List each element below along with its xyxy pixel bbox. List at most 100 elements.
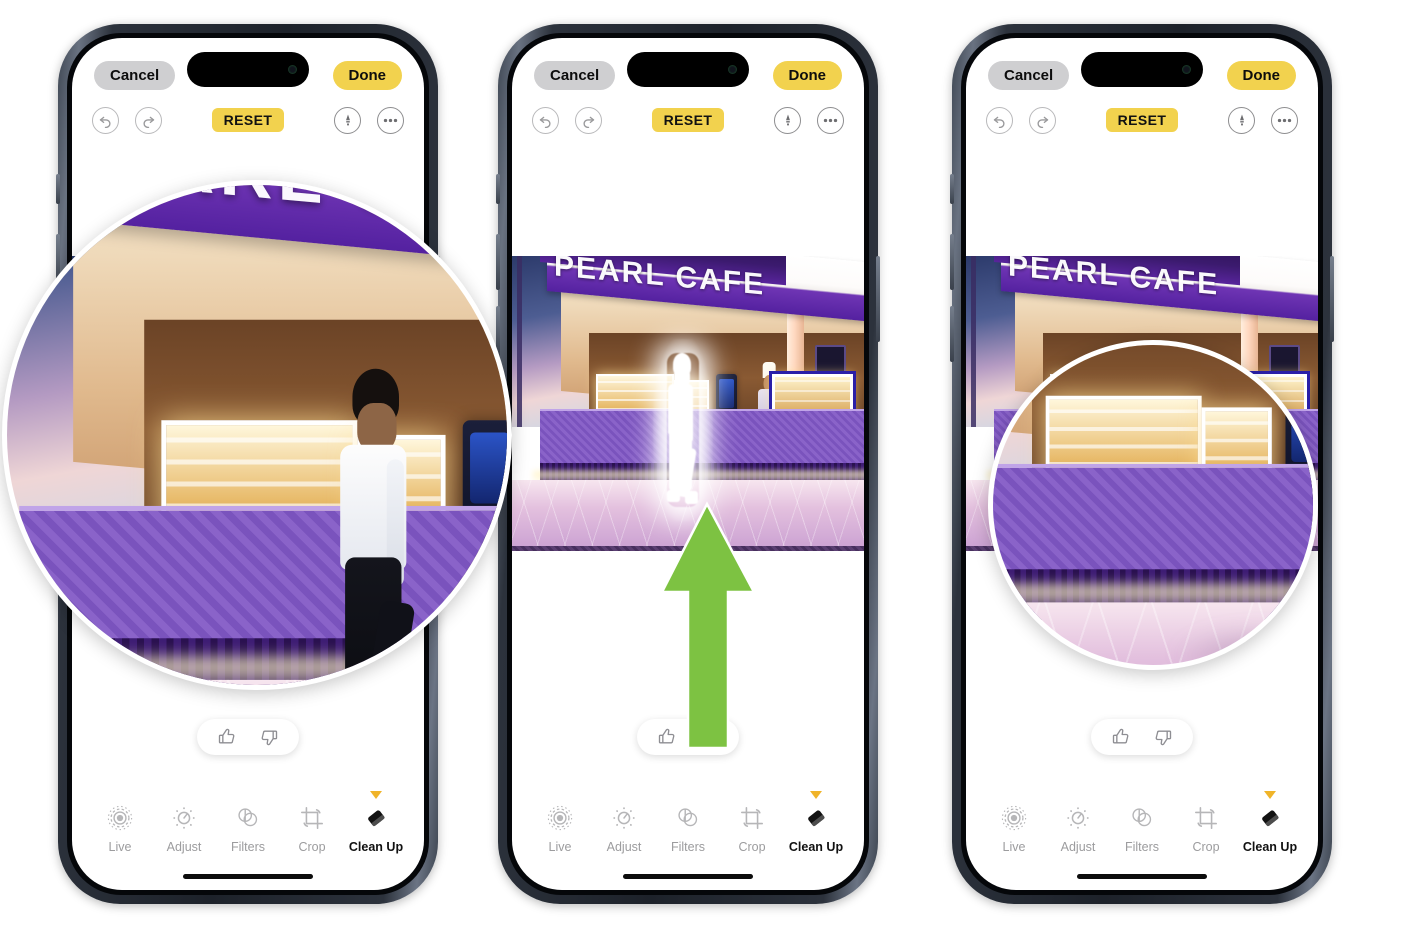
markup-pen-icon[interactable] [774, 106, 801, 134]
extra-controls [1228, 106, 1298, 134]
tool-label: Clean Up [348, 840, 404, 854]
screenshot-canvas: Cancel Done RESET Live Adjust Filters Cr… [0, 0, 1412, 928]
tool-crop[interactable]: Crop [283, 803, 341, 854]
active-tool-caret [1264, 791, 1276, 799]
tool-label: Filters [1124, 840, 1160, 854]
live-photo-icon [107, 803, 133, 833]
tool-crop[interactable]: Crop [1177, 803, 1235, 854]
tool-adjust[interactable]: Adjust [155, 803, 213, 854]
tool-clean-up[interactable]: Clean Up [787, 791, 845, 854]
done-button[interactable]: Done [772, 60, 842, 90]
redo-icon[interactable] [135, 106, 162, 134]
extra-controls [774, 106, 844, 134]
filters-circles-icon [1129, 803, 1155, 833]
editor-toolrow: RESET [72, 100, 424, 140]
tool-live[interactable]: Live [985, 803, 1043, 854]
tool-label: Clean Up [1242, 840, 1298, 854]
adjust-dial-icon [611, 803, 637, 833]
power-button[interactable] [1330, 256, 1334, 342]
volume-down-button[interactable] [950, 306, 954, 362]
reset-button[interactable]: RESET [211, 108, 285, 132]
thumbs-up-icon[interactable] [1111, 727, 1131, 747]
volume-up-button[interactable] [950, 234, 954, 290]
edit-mode-toolbar-selected: Live Adjust Filters Crop Clean Up [512, 791, 864, 854]
feedback-pill [637, 719, 739, 755]
editor-topbar: Cancel Done [512, 38, 864, 94]
cleanup-eraser-icon [1257, 803, 1284, 833]
more-ellipsis-icon[interactable] [817, 106, 844, 134]
undo-icon[interactable] [92, 106, 119, 134]
tool-label: Adjust [606, 840, 642, 854]
thumbs-up-icon[interactable] [657, 727, 677, 747]
redo-icon[interactable] [1029, 106, 1056, 134]
done-button[interactable]: Done [1226, 60, 1296, 90]
tool-label: Crop [1192, 840, 1220, 854]
editor-topbar: Cancel Done [72, 38, 424, 94]
markup-pen-icon[interactable] [334, 106, 361, 134]
photo-subject-person [338, 369, 418, 685]
cancel-button[interactable]: Cancel [988, 60, 1070, 90]
feedback-pill [197, 719, 299, 755]
cancel-button[interactable]: Cancel [94, 60, 176, 90]
tool-clean-up[interactable]: Clean Up [1241, 791, 1299, 854]
home-indicator[interactable] [1077, 874, 1207, 879]
tool-filters[interactable]: Filters [1113, 803, 1171, 854]
tool-label: Filters [230, 840, 266, 854]
redo-icon[interactable] [575, 106, 602, 134]
crop-rotate-icon [1193, 803, 1219, 833]
editor-topbar: Cancel Done [966, 38, 1318, 94]
photo-image-zoomed: PEARL CAFE [7, 185, 507, 685]
mute-button[interactable] [950, 174, 954, 204]
feedback-pill [1091, 719, 1193, 755]
tool-adjust[interactable]: Adjust [595, 803, 653, 854]
power-button[interactable] [876, 256, 880, 342]
thumbs-down-icon[interactable] [259, 727, 279, 747]
history-controls [986, 106, 1056, 134]
tool-live[interactable]: Live [91, 803, 149, 854]
tool-filters[interactable]: Filters [219, 803, 277, 854]
editor-toolrow: RESET [512, 100, 864, 140]
adjust-dial-icon [171, 803, 197, 833]
tool-label: Crop [298, 840, 326, 854]
magnifier-content: PEARL CAFE [7, 185, 507, 685]
thumbs-down-icon[interactable] [699, 727, 719, 747]
undo-icon[interactable] [532, 106, 559, 134]
history-controls [92, 106, 162, 134]
crop-rotate-icon [299, 803, 325, 833]
reset-button[interactable]: RESET [651, 108, 725, 132]
tool-crop[interactable]: Crop [723, 803, 781, 854]
tool-label: Crop [738, 840, 766, 854]
magnifier-before: PEARL CAFE [2, 180, 512, 690]
filters-circles-icon [675, 803, 701, 833]
live-photo-icon [1001, 803, 1027, 833]
done-button[interactable]: Done [332, 60, 402, 90]
tool-label: Live [108, 840, 132, 854]
home-indicator[interactable] [623, 874, 753, 879]
tool-label: Live [1002, 840, 1026, 854]
cancel-button[interactable]: Cancel [534, 60, 616, 90]
reset-button[interactable]: RESET [1105, 108, 1179, 132]
tool-clean-up[interactable]: Clean Up [347, 791, 405, 854]
tool-label: Live [548, 840, 572, 854]
cleanup-eraser-icon [363, 803, 390, 833]
photo-image-zoomed: PEARL CAFE [993, 345, 1313, 665]
tool-filters[interactable]: Filters [659, 803, 717, 854]
magnifier-after: PEARL CAFE [988, 340, 1318, 670]
photo-subject-person-selected[interactable] [653, 339, 713, 522]
tool-adjust[interactable]: Adjust [1049, 803, 1107, 854]
photo-image: PEARL CAFE [512, 256, 864, 551]
phone-screen-selected: Cancel Done RESET PEARL CAFE Live Adjust… [512, 38, 864, 890]
cleanup-eraser-icon [803, 803, 830, 833]
more-ellipsis-icon[interactable] [377, 106, 404, 134]
undo-icon[interactable] [986, 106, 1013, 134]
photo-canvas-selected[interactable]: PEARL CAFE [512, 256, 864, 551]
thumbs-up-icon[interactable] [217, 727, 237, 747]
markup-pen-icon[interactable] [1228, 106, 1255, 134]
active-tool-caret [370, 791, 382, 799]
tool-label: Clean Up [788, 840, 844, 854]
tool-label: Adjust [1060, 840, 1096, 854]
thumbs-down-icon[interactable] [1153, 727, 1173, 747]
more-ellipsis-icon[interactable] [1271, 106, 1298, 134]
tool-live[interactable]: Live [531, 803, 589, 854]
home-indicator[interactable] [183, 874, 313, 879]
